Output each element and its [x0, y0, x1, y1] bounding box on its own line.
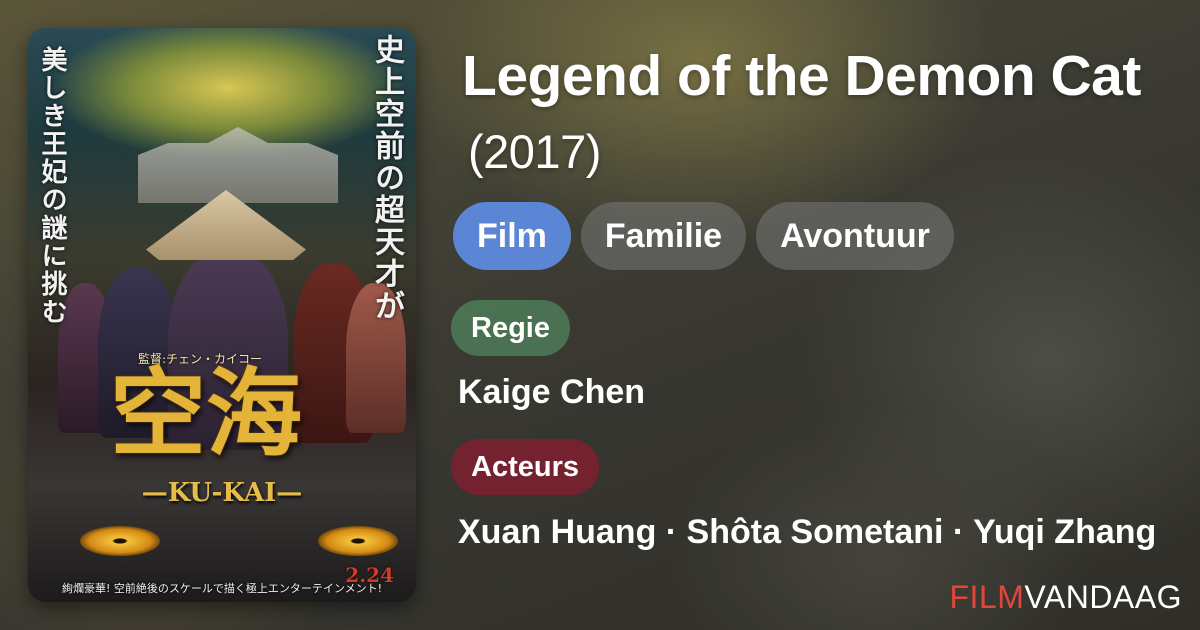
movie-title-heading: Legend of the Demon Cat (2017): [462, 40, 1162, 188]
poster-temple-illustration: [138, 127, 338, 203]
poster-cat-eye-left: [80, 526, 160, 556]
poster-title-english: —KU-KAI—: [141, 478, 303, 508]
filmvandaag-logo[interactable]: FILMVANDAAG: [950, 579, 1183, 616]
poster-title-japanese: 空海: [110, 357, 302, 470]
genre-chip-film[interactable]: Film: [453, 202, 571, 270]
cast-names[interactable]: Xuan Huang · Shôta Sometani · Yuqi Zhang: [458, 506, 1158, 558]
movie-title: Legend of the Demon Cat: [462, 44, 1141, 108]
poster-cat-eye-right: [318, 526, 398, 556]
genre-chips: Film Familie Avontuur: [453, 202, 954, 270]
genre-chip-familie[interactable]: Familie: [580, 202, 747, 270]
genre-chip-avontuur[interactable]: Avontuur: [756, 202, 954, 270]
director-name[interactable]: Kaige Chen: [458, 366, 645, 418]
poster-vertical-text-left: 美しき王妃の謎に挑む: [37, 46, 67, 326]
movie-year: (2017): [468, 125, 601, 178]
movie-poster: 史上空前の超天才が 美しき王妃の謎に挑む 監督:チェン・カイコー 空海 —KU-…: [28, 28, 416, 602]
poster-vertical-text-right: 史上空前の超天才が: [369, 34, 404, 322]
cast-label-badge: Acteurs: [451, 439, 599, 495]
logo-part-vandaag: VANDAAG: [1024, 579, 1182, 615]
poster-tagline: 絢爛豪華! 空前絶後のスケールで描く極上エンターテインメント!: [62, 582, 382, 595]
logo-part-film: FILM: [949, 579, 1025, 615]
director-label-badge: Regie: [451, 300, 570, 356]
